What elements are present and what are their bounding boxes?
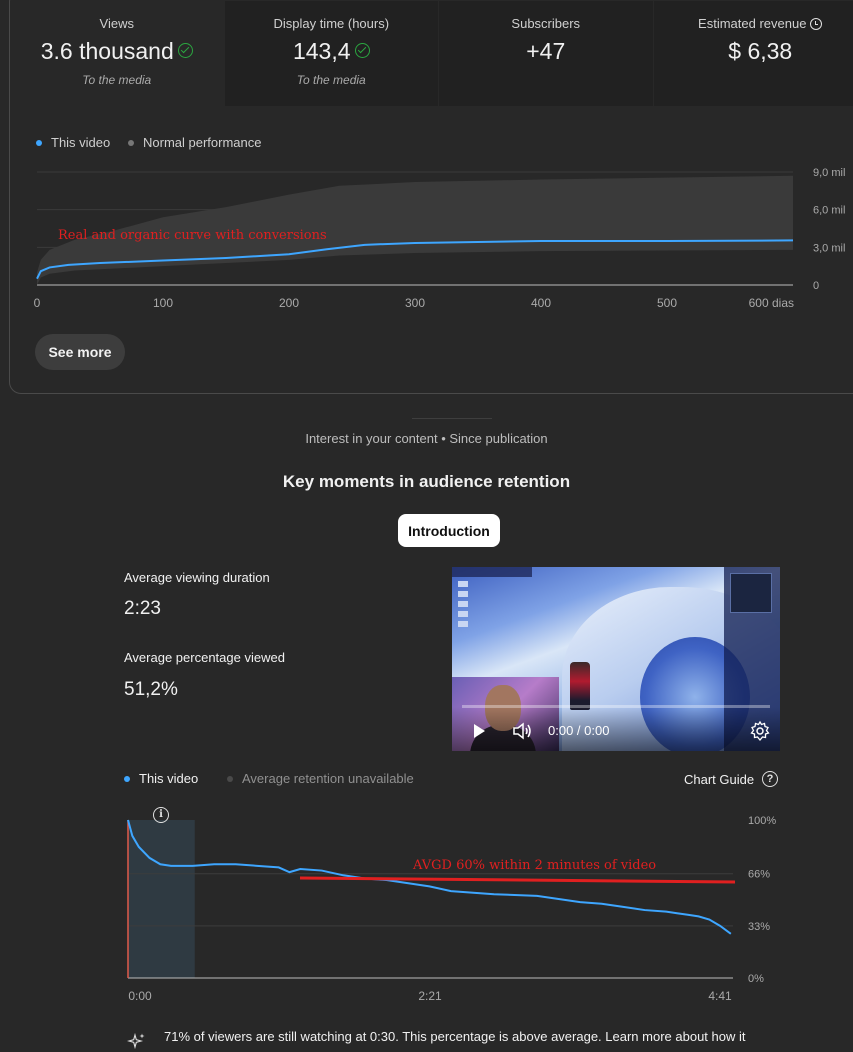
x-tick-label: 0:00: [128, 989, 152, 1003]
chart-annotation: AVGD 60% within 2 minutes of video: [412, 858, 656, 873]
annotation-line: [299, 876, 736, 884]
y-tick-label: 33%: [748, 921, 770, 933]
y-tick-label: 100%: [748, 815, 776, 827]
x-tick-label: 2:21: [418, 989, 442, 1003]
retention-chart: AVGD 60% within 2 minutes of video 100% 66…: [127, 815, 776, 1003]
sparkle-icon: [126, 1032, 145, 1050]
info-icon[interactable]: i: [153, 807, 169, 823]
y-tick-label: 66%: [748, 869, 770, 881]
x-tick-label: 4:41: [708, 989, 732, 1003]
y-tick-label: 0%: [748, 973, 764, 985]
insight-text: 71% of viewers are still watching at 0:3…: [164, 1029, 746, 1044]
retention-line: [127, 819, 732, 935]
